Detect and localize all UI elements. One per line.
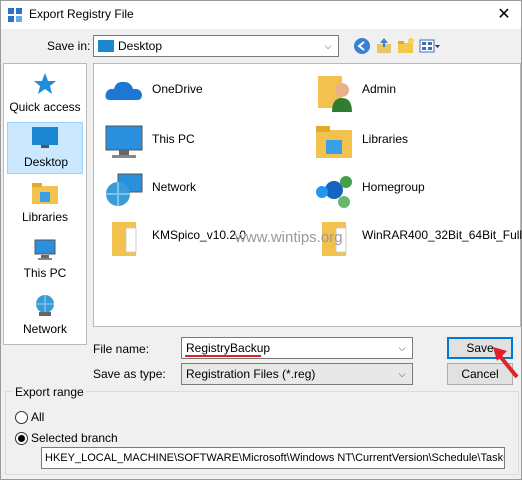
place-label: Quick access (9, 100, 81, 114)
place-desktop[interactable]: Desktop (7, 122, 83, 174)
place-label: This PC (23, 266, 67, 280)
place-quick-access[interactable]: Quick access (7, 68, 83, 120)
libraries-icon (32, 183, 58, 204)
libraries-icon (316, 126, 352, 158)
list-item[interactable]: Homegroup (308, 168, 508, 208)
file-name: Network (152, 180, 197, 194)
list-item[interactable]: Libraries (308, 120, 508, 160)
save-as-type-value: Registration Files (*.reg) (186, 367, 316, 381)
regedit-icon (8, 8, 22, 22)
save-in-label: Save in: (47, 39, 91, 53)
place-label: Libraries (21, 210, 69, 224)
computer-icon (105, 125, 143, 158)
chevron-down-icon: ⌵ (324, 41, 332, 51)
homegroup-icon (316, 176, 352, 208)
desktop-icon (98, 40, 114, 52)
list-item[interactable]: Network (98, 168, 298, 208)
chevron-down-icon: ⌵ (398, 343, 406, 353)
branch-path-field[interactable]: HKEY_LOCAL_MACHINE\SOFTWARE\Microsoft\Wi… (41, 447, 505, 469)
file-name: Admin (362, 82, 397, 96)
onedrive-icon (105, 81, 142, 100)
annotation-underline (185, 355, 261, 357)
back-icon[interactable] (353, 37, 371, 55)
window-title: Export Registry File (29, 7, 134, 21)
export-registry-dialog: Export Registry File ✕ Save in: Desktop … (0, 0, 522, 480)
new-folder-icon[interactable] (397, 37, 415, 55)
close-icon: ✕ (497, 6, 511, 23)
annotation-arrow-icon (493, 347, 519, 379)
radio-selected-dot (18, 435, 25, 442)
file-name: OneDrive (152, 82, 203, 96)
desktop-icon (32, 127, 58, 148)
save-in-dropdown[interactable]: Desktop ⌵ (93, 35, 339, 57)
save-in-value: Desktop (118, 39, 163, 53)
star-icon (34, 73, 56, 94)
up-folder-icon[interactable] (375, 37, 393, 55)
file-name: KMSpico_v10.2.0 (152, 228, 247, 242)
radio-all-label: All (31, 410, 45, 424)
list-item[interactable]: This PC (98, 120, 298, 160)
file-name: Homegroup (362, 180, 425, 194)
close-button[interactable]: ✕ (487, 1, 521, 29)
computer-icon (34, 239, 56, 260)
chevron-down-icon: ⌵ (398, 369, 406, 379)
network-icon (106, 173, 143, 206)
save-as-type-label: Save as type: (93, 367, 166, 381)
file-name: Libraries (362, 132, 409, 146)
place-libraries[interactable]: Libraries (7, 178, 83, 230)
branch-path-value: HKEY_LOCAL_MACHINE\SOFTWARE\Microsoft\Wi… (45, 452, 505, 464)
file-name: WinRAR400_32Bit_64Bit_Full (362, 228, 522, 242)
place-network[interactable]: Network (7, 290, 83, 342)
place-label: Network (22, 322, 67, 336)
network-icon (36, 295, 54, 316)
folder-icon (112, 222, 137, 256)
file-list: OneDrive Admin This PC Libraries Network (93, 63, 522, 327)
user-folder-icon (318, 76, 352, 112)
export-range-title: Export range (13, 385, 86, 399)
radio-all[interactable] (15, 411, 28, 424)
place-label: Desktop (23, 155, 69, 169)
place-this-pc[interactable]: This PC (7, 234, 83, 286)
places-bar: Quick access Desktop Libraries This PC N… (3, 63, 87, 345)
view-menu-icon[interactable] (419, 37, 441, 55)
list-item[interactable]: Admin (308, 70, 508, 112)
radio-selected-branch[interactable] (15, 432, 28, 445)
file-name-label: File name: (93, 342, 150, 356)
list-item[interactable]: OneDrive (98, 70, 298, 110)
title-bar: Export Registry File ✕ (1, 1, 521, 29)
save-as-type-dropdown[interactable]: Registration Files (*.reg) ⌵ (181, 363, 413, 385)
file-name-value: RegistryBackup (186, 341, 271, 355)
file-name: This PC (152, 132, 195, 146)
radio-selected-branch-label: Selected branch (31, 431, 118, 445)
watermark: www.wintips.org (235, 229, 343, 246)
